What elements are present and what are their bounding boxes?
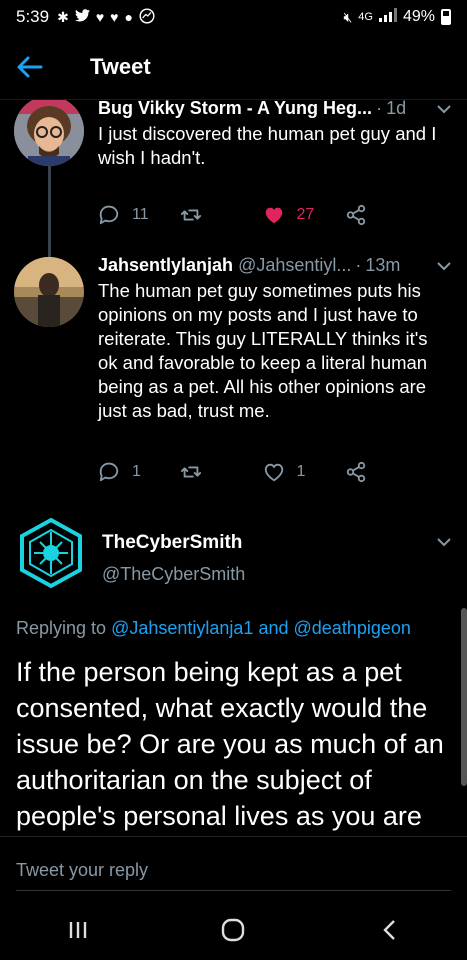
messenger-notification-icon	[139, 7, 155, 27]
network-type: 4G	[358, 11, 373, 23]
author-name[interactable]: TheCyberSmith	[102, 532, 242, 554]
app-header: Tweet	[0, 34, 467, 100]
author-name[interactable]: Jahsentlylanjah	[98, 255, 233, 276]
page-title: Tweet	[90, 53, 151, 79]
replying-to: Replying to @Jahsentiylanja1 and @deathp…	[16, 618, 411, 638]
reply-button[interactable]: 1	[98, 461, 180, 483]
battery-icon	[441, 9, 451, 25]
tweet-time: 13m	[365, 255, 401, 275]
retweet-button[interactable]	[180, 461, 262, 483]
thread-tweet-2[interactable]: Jahsentlylanjah @Jahsentiyl... · 13m The…	[0, 255, 467, 495]
retweet-icon	[181, 209, 202, 221]
heart-outline-icon	[264, 463, 283, 482]
reply-bar: Tweet your reply	[0, 836, 467, 900]
bug-notification-icon: ✱	[57, 8, 69, 25]
heart-notification-icon: ♥	[95, 9, 105, 25]
avatar[interactable]	[14, 100, 84, 166]
reply-icon	[99, 205, 119, 225]
back-button[interactable]	[0, 34, 60, 100]
mention-and: and	[258, 618, 289, 638]
system-nav-bar	[0, 900, 467, 960]
like-button[interactable]: 27	[263, 204, 345, 226]
tweet-text: I just discovered the human pet guy and …	[98, 123, 437, 168]
reply-input[interactable]: Tweet your reply	[16, 851, 451, 891]
tweet-header: Jahsentlylanjah @Jahsentiyl... · 13m	[98, 255, 451, 276]
avatar[interactable]	[12, 514, 90, 592]
recent-apps-icon	[69, 922, 87, 938]
tweet-text: The human pet guy sometimes puts his opi…	[98, 280, 428, 421]
status-bar: 5:39 ✱ ♥ ♥ ● 🔇︎ 4G 49%	[0, 0, 467, 34]
chevron-down-icon[interactable]	[437, 258, 451, 274]
arrow-left-icon	[17, 56, 43, 77]
like-button[interactable]: 1	[263, 461, 345, 483]
retweet-icon	[181, 466, 202, 478]
mention-link-2[interactable]: @deathpigeon	[294, 618, 411, 638]
twitter-notification-icon	[74, 9, 90, 25]
battery-percent: 49%	[402, 8, 435, 25]
conversation-thread: Bug Vikky Storm - A Yung Heg... · 1d I j…	[0, 100, 467, 836]
status-right: 🔇︎ 4G 49%	[343, 7, 451, 27]
avatar[interactable]	[14, 257, 84, 327]
home-button[interactable]	[203, 910, 263, 950]
home-icon	[222, 918, 245, 942]
recent-apps-button[interactable]	[48, 910, 108, 950]
back-system-button[interactable]	[359, 910, 419, 950]
reply-count: 11	[132, 206, 149, 223]
reply-count: 1	[132, 463, 141, 480]
heart-notification-icon-2: ♥	[110, 9, 119, 25]
chevron-down-icon[interactable]	[437, 101, 451, 117]
mention-link-1[interactable]: @Jahsentiylanja1	[111, 618, 253, 638]
scrollbar[interactable]	[461, 608, 467, 786]
signal-icon	[378, 7, 397, 27]
author-handle[interactable]: @Jahsentiyl...	[238, 255, 351, 276]
chevron-down-icon[interactable]	[437, 534, 451, 550]
status-time: 5:39	[16, 7, 50, 26]
drop-notification-icon: ●	[124, 9, 133, 25]
tweet-time: 1d	[386, 100, 407, 118]
heart-filled-icon	[265, 207, 282, 224]
retweet-button[interactable]	[180, 204, 262, 226]
share-button[interactable]	[345, 461, 427, 483]
like-count: 1	[296, 463, 306, 480]
share-icon	[346, 204, 365, 226]
tweet-screen: 5:39 ✱ ♥ ♥ ● 🔇︎ 4G 49% Tweet Bug Vikky S…	[0, 0, 467, 960]
share-button[interactable]	[345, 204, 427, 226]
mute-icon: 🔇︎	[343, 8, 353, 25]
author-handle[interactable]: @TheCyberSmith	[102, 564, 245, 585]
chevron-left-icon	[383, 920, 395, 940]
tweet-actions: 1 1	[98, 461, 427, 483]
like-count: 27	[296, 206, 315, 223]
share-icon	[346, 461, 365, 483]
reply-button[interactable]: 11	[98, 204, 180, 226]
tweet-header: Bug Vikky Storm - A Yung Heg... · 1d	[98, 100, 451, 119]
author-name[interactable]: Bug Vikky Storm - A Yung Heg...	[98, 100, 372, 119]
reply-icon	[99, 462, 119, 482]
tweet-actions: 11 27	[98, 204, 427, 226]
thread-tweet-1[interactable]: Bug Vikky Storm - A Yung Heg... · 1d I j…	[0, 100, 467, 316]
tweet-text: If the person being kept as a pet consen…	[16, 657, 444, 831]
notification-icons: ✱ ♥ ♥ ●	[57, 7, 155, 27]
